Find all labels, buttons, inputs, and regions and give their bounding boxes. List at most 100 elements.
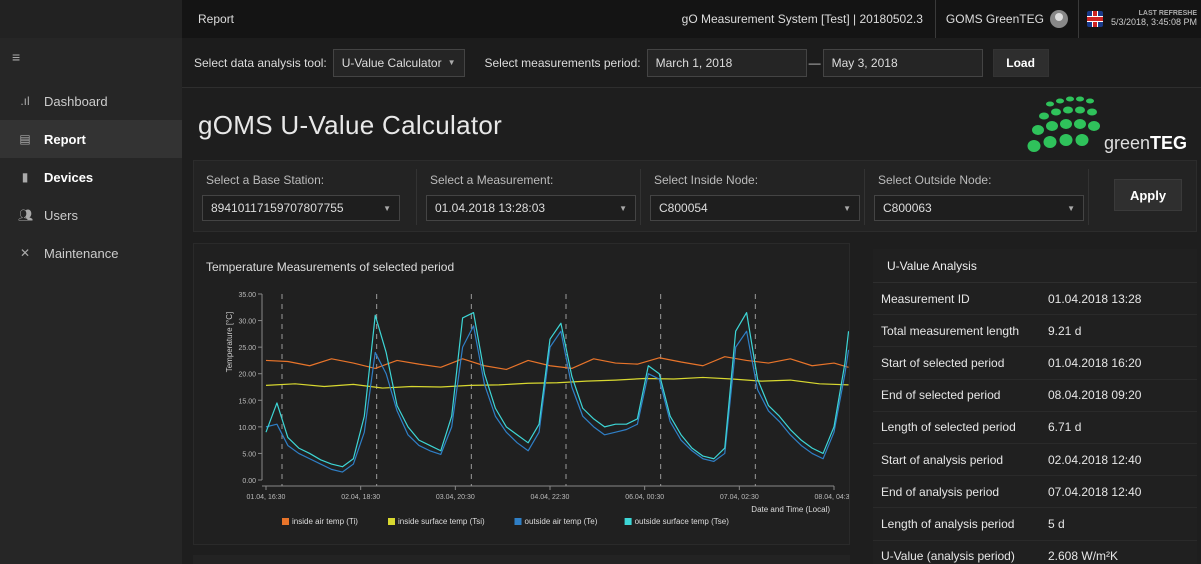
inside-node-group: Select Inside Node: C800054 ▼ xyxy=(642,161,864,233)
x-axis-label: Date and Time (Local) xyxy=(751,505,830,514)
inside-node-value: C800054 xyxy=(659,201,708,215)
base-station-value: 89410117159707807755 xyxy=(211,201,344,215)
analysis-value: 01.04.2018 16:20 xyxy=(1048,355,1142,370)
measurement-label: Select a Measurement: xyxy=(430,173,554,187)
analysis-key: Total measurement length xyxy=(881,323,1020,338)
users-icon: 👥︎ xyxy=(18,208,34,222)
user-name: GOMS GreenTEG xyxy=(945,12,1044,26)
x-tick-label: 08.04, 04:30 xyxy=(815,494,849,501)
tools-icon: ✕ xyxy=(19,246,31,260)
analysis-row: Start of analysis period 02.04.2018 12:40 xyxy=(873,444,1197,477)
measurement-group: Select a Measurement: 01.04.2018 13:28:0… xyxy=(418,161,640,233)
analysis-key: Measurement ID xyxy=(881,291,970,306)
period-end-input[interactable]: May 3, 2018 xyxy=(822,48,983,77)
analysis-row: End of selected period 08.04.2018 09:20 xyxy=(873,380,1197,412)
device-icon: ▮ xyxy=(21,170,29,184)
temperature-chart-panel: Temperature Measurements of selected per… xyxy=(193,243,850,545)
chart-panel-title: Temperature Measurements of selected per… xyxy=(206,260,455,274)
y-tick-label: 0.00 xyxy=(242,478,256,485)
series-line-Te xyxy=(265,325,849,473)
last-refresh: LAST REFRESHE 5/3/2018, 3:45:08 PM xyxy=(1111,10,1201,28)
brand-suffix: TEG xyxy=(1149,133,1187,153)
divider xyxy=(1077,0,1079,38)
tool-select[interactable]: U-Value Calculator ▼ xyxy=(332,48,465,77)
breadcrumb: Report xyxy=(198,12,235,26)
sidebar-item-label: Dashboard xyxy=(44,93,108,109)
last-refresh-value: 5/3/2018, 3:45:08 PM xyxy=(1110,16,1197,27)
x-tick-label: 01.04, 16:30 xyxy=(247,494,286,501)
analysis-row: Length of analysis period 5 d xyxy=(873,508,1197,541)
base-station-select[interactable]: 89410117159707807755 ▼ xyxy=(202,195,400,221)
range-dash: — xyxy=(808,55,821,70)
system-version: gO Measurement System [Test] | 20180502.… xyxy=(681,12,923,26)
hamburger-menu-icon[interactable]: ≡ xyxy=(12,50,26,64)
x-tick-label: 03.04, 20:30 xyxy=(436,494,475,501)
analysis-table: Measurement ID 01.04.2018 13:28 Total meas… xyxy=(873,283,1197,564)
sidebar-item-report[interactable]: ▤ Report xyxy=(0,120,182,158)
outside-node-label: Select Outside Node: xyxy=(878,173,992,187)
analysis-row: Length of selected period 6.71 d xyxy=(873,412,1197,444)
sidebar-item-dashboard[interactable]: .ıl Dashboard xyxy=(0,82,182,120)
analysis-row: End of analysis period 07.04.2018 12:40 xyxy=(873,476,1197,509)
x-tick-label: 04.04, 22:30 xyxy=(531,494,570,501)
sidebar-item-label: Users xyxy=(44,207,78,223)
legend-swatch xyxy=(624,518,632,525)
measurement-select[interactable]: 01.04.2018 13:28:03 ▼ xyxy=(426,195,636,221)
analysis-key: Start of analysis period xyxy=(881,452,1004,467)
divider xyxy=(864,169,865,225)
sidebar-item-devices[interactable]: ▮ Devices xyxy=(0,158,182,196)
analysis-row: Start of selected period 01.04.2018 16:20 xyxy=(873,347,1197,380)
y-tick-label: 10.00 xyxy=(238,425,256,432)
chevron-down-icon: ▼ xyxy=(843,203,851,213)
tool-label: Select data analysis tool: xyxy=(194,55,327,70)
brand-logo: greenTEG xyxy=(1020,90,1195,160)
report-icon: ▤ xyxy=(19,132,31,146)
analysis-key: End of analysis period xyxy=(881,484,1000,499)
top-bar: Report gO Measurement System [Test] | 20… xyxy=(182,0,1201,38)
divider xyxy=(1088,169,1089,225)
legend-label: outside surface temp (Tse) xyxy=(635,517,730,526)
outside-node-group: Select Outside Node: C800063 ▼ xyxy=(866,161,1088,233)
chevron-down-icon: ▼ xyxy=(447,58,456,67)
selector-panel: Select a Base Station: 89410117159707807… xyxy=(193,160,1197,232)
y-tick-label: 20.00 xyxy=(238,372,256,379)
page-title: gOMS U-Value Calculator xyxy=(198,110,503,140)
user-menu[interactable]: GOMS GreenTEG xyxy=(936,10,1078,28)
base-station-group: Select a Base Station: 89410117159707807… xyxy=(194,161,416,233)
period-start-input[interactable]: March 1, 2018 xyxy=(646,48,807,77)
sidebar-item-label: Report xyxy=(44,131,86,147)
analysis-value: 6.71 d xyxy=(1048,420,1082,435)
analysis-row: Measurement ID 01.04.2018 13:28 xyxy=(873,283,1197,316)
analysis-row: U-Value (analysis period) 2.608 W/m²K xyxy=(873,541,1197,564)
analysis-key: Length of selected period xyxy=(881,420,1016,435)
analysis-value: 02.04.2018 12:40 xyxy=(1048,452,1142,467)
tool-select-value: U-Value Calculator xyxy=(341,55,442,70)
divider xyxy=(640,169,641,225)
uk-flag-icon[interactable] xyxy=(1086,11,1103,27)
legend-swatch xyxy=(388,518,395,525)
legend-label: inside surface temp (Tsi) xyxy=(398,517,485,526)
analysis-toolbar: Select data analysis tool: U-Value Calcu… xyxy=(182,38,1201,88)
temperature-chart[interactable]: 35.00 30.00 25.00 20.00 15.00 10.00 5.00 0.00 01… xyxy=(194,284,849,544)
sidebar-item-label: Maintenance xyxy=(44,245,119,261)
sidebar-item-label: Devices xyxy=(44,169,94,185)
sidebar-item-users[interactable]: 👥︎ Users xyxy=(0,196,182,234)
chevron-down-icon: ▼ xyxy=(383,203,391,213)
chevron-down-icon: ▼ xyxy=(619,203,627,213)
legend-swatch xyxy=(282,518,289,525)
analysis-value: 01.04.2018 13:28 xyxy=(1048,291,1142,306)
sidebar-item-maintenance[interactable]: ✕ Maintenance xyxy=(0,234,182,272)
outside-node-select[interactable]: C800063 ▼ xyxy=(874,195,1084,221)
inside-node-select[interactable]: C800054 ▼ xyxy=(650,195,860,221)
load-button[interactable]: Load xyxy=(992,48,1049,77)
brand-prefix: green xyxy=(1103,133,1150,153)
inside-node-label: Select Inside Node: xyxy=(654,173,759,187)
analysis-key: End of selected period xyxy=(881,388,1001,403)
y-tick-label: 25.00 xyxy=(238,345,256,352)
analysis-key: Length of analysis period xyxy=(881,516,1015,531)
x-tick-label: 06.04, 00:30 xyxy=(625,494,664,501)
apply-button[interactable]: Apply xyxy=(1114,179,1182,211)
brand-name: greenTEG xyxy=(1104,133,1187,154)
bar-chart-icon: .ıl xyxy=(20,94,30,108)
secondary-panel xyxy=(193,555,850,564)
